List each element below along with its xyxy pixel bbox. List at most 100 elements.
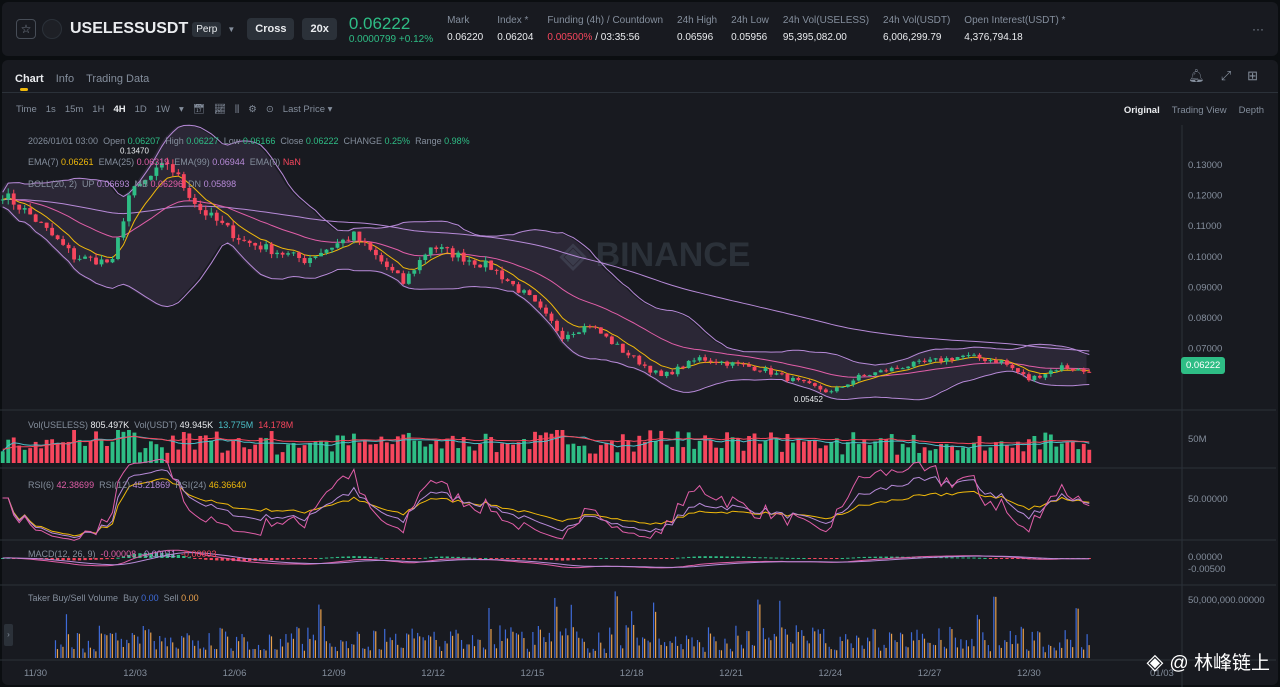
leverage-button[interactable]: 20x <box>302 18 337 40</box>
taker-buy-bar <box>993 596 995 658</box>
more-icon[interactable]: ··· <box>1252 22 1264 36</box>
volume-bar <box>132 432 137 463</box>
candle-body <box>308 257 312 264</box>
volume-bar <box>368 444 373 463</box>
volume-bar <box>972 442 976 463</box>
macd-histogram-bar <box>687 556 691 558</box>
candle-body <box>522 290 526 293</box>
volume-bar <box>1054 446 1059 463</box>
taker-sell-bar <box>237 641 240 658</box>
taker-buy-bar <box>779 600 781 658</box>
candle-body <box>818 385 823 390</box>
volume-bar <box>774 438 779 463</box>
ema-legend: EMA(7) 0.06261 EMA(25) 0.06319 EMA(99) 0… <box>28 157 301 167</box>
taker-buy-value: 0.00 <box>141 593 159 603</box>
macd-histogram-bar <box>368 556 373 558</box>
volume-bar <box>845 442 850 463</box>
volume-bar <box>461 437 466 463</box>
taker-buy-bar <box>285 634 287 658</box>
volume-bar <box>714 447 719 463</box>
macd-histogram-bar <box>473 557 477 559</box>
volume-bar <box>1037 449 1042 463</box>
volume-bar <box>763 441 768 463</box>
boll-dn-value: 0.05898 <box>203 179 237 189</box>
taker-buy-bar <box>1070 639 1072 658</box>
symbol-dropdown-icon[interactable]: ▼ <box>227 25 235 34</box>
rsi-tick: 50.00000 <box>1188 494 1228 505</box>
stat-value-main: 0.05956 <box>731 32 768 43</box>
symbol-name[interactable]: USELESSUSDT <box>70 20 188 38</box>
macd-histogram-bar <box>698 556 702 558</box>
taker-sell-bar <box>1083 649 1085 658</box>
rsi12-value: 45.21869 <box>132 480 171 490</box>
candle-body <box>456 252 461 258</box>
taker-sell-bar <box>462 648 465 658</box>
candle-body <box>1032 375 1037 381</box>
macd-histogram-bar <box>824 558 828 559</box>
volume-bar <box>884 439 889 463</box>
taker-sell-bar <box>177 648 179 658</box>
candle-body <box>966 355 971 357</box>
taker-buy-bar <box>867 637 869 658</box>
macd-histogram-bar <box>774 557 779 559</box>
candle-body <box>269 244 274 255</box>
macd-tick: 0.00000 <box>1188 552 1222 563</box>
macd-histogram-bar <box>319 557 323 559</box>
taker-buy-bar <box>910 632 913 658</box>
date-tick-label: 12/21 <box>719 668 743 679</box>
candle-body <box>637 355 642 365</box>
taker-buy-bar <box>422 637 424 658</box>
price-tick-label: 0.07000 <box>1188 344 1222 355</box>
vol-label: Vol(USELESS) <box>28 420 89 430</box>
candle-body <box>878 370 883 373</box>
volume-bar <box>143 448 148 463</box>
taker-buy-bar <box>471 635 474 658</box>
stat-value-main: 0.00500% <box>547 32 593 43</box>
volume-bar <box>302 445 307 463</box>
candle-body <box>198 203 203 211</box>
volume-bar <box>911 434 916 463</box>
candle-body <box>291 252 296 254</box>
volume-bar <box>648 430 653 463</box>
taker-sell-bar <box>687 639 690 658</box>
macd-histogram-bar <box>961 557 965 559</box>
candle-body <box>829 391 834 393</box>
margin-mode-button[interactable]: Cross <box>247 18 295 40</box>
volume-bar <box>1076 449 1081 463</box>
candle-body <box>653 370 658 373</box>
candle-body <box>884 370 889 372</box>
volume-bar <box>275 454 280 463</box>
taker-buy-bar <box>417 632 419 658</box>
macd-histogram-bar <box>324 557 329 559</box>
macd-histogram-bar <box>632 558 636 559</box>
stat-label: 24h Low <box>731 15 769 26</box>
stat-0: Mark 0.06220 <box>447 15 483 43</box>
candle-body <box>752 366 757 371</box>
macd-histogram-bar <box>752 557 757 559</box>
candle-body <box>834 387 839 392</box>
contract-badge: Perp <box>192 21 222 37</box>
volume-bar <box>28 448 33 463</box>
macd-histogram-bar <box>555 558 559 561</box>
favorite-star-icon[interactable]: ☆ <box>16 19 36 39</box>
candle-body <box>511 280 515 285</box>
taker-sell-bar <box>501 641 503 658</box>
taker-buy-bar <box>592 648 594 658</box>
taker-buy-bar <box>746 630 748 658</box>
candle-body <box>867 375 872 377</box>
macd-histogram-bar <box>527 558 532 560</box>
volume-bar <box>527 449 532 463</box>
taker-sell-bar <box>1088 645 1090 658</box>
taker-buy-bar <box>504 629 507 658</box>
taker-sell-bar <box>254 649 256 658</box>
volume-bar <box>406 432 411 463</box>
expand-sidebar-button[interactable]: › <box>4 624 13 646</box>
candle-body <box>302 258 307 264</box>
date-tick-label: 12/15 <box>521 668 545 679</box>
taker-buy-bar <box>932 644 935 658</box>
taker-buy-bar <box>998 645 1000 658</box>
volume-bar <box>373 444 378 463</box>
candle-body <box>214 212 219 221</box>
taker-buy-bar <box>515 633 518 658</box>
candle-body <box>313 256 318 258</box>
